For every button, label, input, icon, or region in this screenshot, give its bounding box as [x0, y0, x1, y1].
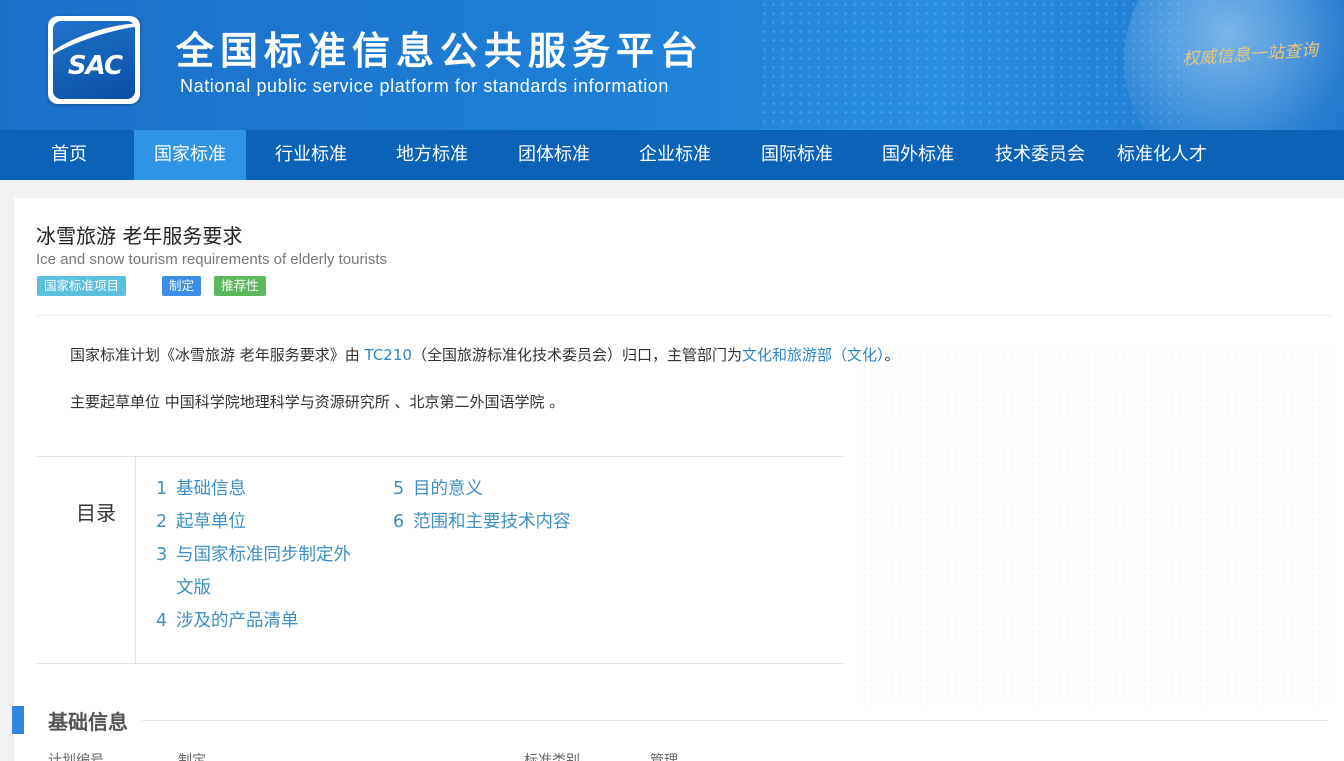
tag-recommended: 推荐性 — [214, 276, 266, 296]
department-link[interactable]: 文化和旅游部（文化） — [742, 346, 885, 364]
logo-text: SAC — [67, 51, 123, 81]
content-panel: 冰雪旅游 老年服务要求 Ice and snow tourism require… — [12, 198, 1344, 761]
section-title-basic-info: 基础信息 — [48, 710, 128, 734]
toc-item-text: 基础信息 — [176, 479, 246, 499]
toc-label: 目录 — [76, 501, 116, 525]
title-divider — [36, 315, 1332, 316]
tag-national-project: 国家标准项目 — [37, 276, 127, 296]
info-value-plan-number: 制定 — [178, 753, 206, 761]
tag-formulate: 制定 — [162, 276, 202, 296]
toc-separator — [135, 457, 136, 663]
info-value-standard-category: 管理 — [650, 753, 678, 761]
info-label-standard-category: 标准类别 — [524, 753, 580, 761]
site-header: SAC 全国标准信息公共服务平台 National public service… — [0, 0, 1344, 130]
site-title-en: National public service platform for sta… — [180, 76, 670, 96]
nav-item-home[interactable]: 首页 — [32, 130, 106, 180]
header-world-map-dots — [760, 0, 1180, 130]
plan-description-prefix: 国家标准计划《冰雪旅游 老年服务要求》由 — [70, 346, 365, 364]
toc-item-foreign-version-cont[interactable]: 文版 — [156, 572, 211, 605]
background-texture — [854, 348, 1334, 708]
info-label-plan-number: 计划编号 — [48, 753, 104, 761]
toc-item-text: 与国家标准同步制定外 — [176, 545, 351, 565]
nav-item-standardization-talent[interactable]: 标准化人才 — [1106, 130, 1218, 180]
tc-link[interactable]: TC210 — [365, 346, 412, 364]
toc-item-number: 3 — [156, 545, 168, 565]
toc-item-product-list[interactable]: 4 涉及的产品清单 — [156, 605, 299, 638]
sac-logo[interactable]: SAC — [48, 16, 140, 104]
toc-item-basic-info[interactable]: 1 基础信息 — [156, 473, 246, 506]
nav-item-industry-standards[interactable]: 行业标准 — [256, 130, 366, 180]
toc-item-number: 1 — [156, 479, 168, 499]
toc-item-text: 目的意义 — [413, 479, 483, 499]
plan-description: 国家标准计划《冰雪旅游 老年服务要求》由 TC210（全国旅游标准化技术委员会）… — [70, 344, 899, 365]
standard-title: 冰雪旅游 老年服务要求 — [36, 224, 243, 248]
toc-item-text: 范围和主要技术内容 — [413, 512, 571, 532]
toc-item-foreign-version[interactable]: 3 与国家标准同步制定外 — [156, 539, 351, 572]
toc-item-drafting-units[interactable]: 2 起草单位 — [156, 506, 246, 539]
sac-logo-emblem: SAC — [53, 21, 135, 99]
main-nav: 首页 国家标准 行业标准 地方标准 团体标准 企业标准 国际标准 国外标准 技术… — [0, 130, 1344, 180]
drafting-units: 主要起草单位 中国科学院地理科学与资源研究所 、北京第二外国语学院 。 — [70, 393, 565, 411]
nav-item-local-standards[interactable]: 地方标准 — [377, 130, 487, 180]
nav-item-technical-committees[interactable]: 技术委员会 — [984, 130, 1096, 180]
nav-item-foreign-standards[interactable]: 国外标准 — [863, 130, 973, 180]
toc-item-number: 4 — [156, 611, 168, 631]
standard-title-en: Ice and snow tourism requirements of eld… — [36, 251, 387, 268]
toc-item-scope[interactable]: 6 范围和主要技术内容 — [393, 506, 571, 539]
site-title-cn: 全国标准信息公共服务平台 — [176, 29, 705, 73]
nav-item-international-standards[interactable]: 国际标准 — [742, 130, 852, 180]
section-divider — [142, 720, 1328, 721]
nav-item-national-standards[interactable]: 国家标准 — [134, 130, 246, 180]
toc-item-text: 起草单位 — [176, 512, 246, 532]
plan-description-suffix: 。 — [884, 346, 900, 364]
plan-description-middle: （全国旅游标准化技术委员会）归口，主管部门为 — [411, 346, 742, 364]
toc-item-number: 5 — [393, 479, 405, 499]
section-accent-bar — [12, 706, 24, 734]
toc-item-number: 2 — [156, 512, 168, 532]
toc-item-text: 文版 — [176, 578, 211, 598]
toc-item-purpose[interactable]: 5 目的意义 — [393, 473, 483, 506]
toc-item-text: 涉及的产品清单 — [176, 611, 299, 631]
nav-item-enterprise-standards[interactable]: 企业标准 — [620, 130, 730, 180]
table-of-contents: 目录 1 基础信息 2 起草单位 3 与国家标准同步制定外 文版 4 涉及的产品清单 5… — [36, 456, 844, 664]
nav-item-group-standards[interactable]: 团体标准 — [499, 130, 609, 180]
toc-item-number: 6 — [393, 512, 405, 532]
